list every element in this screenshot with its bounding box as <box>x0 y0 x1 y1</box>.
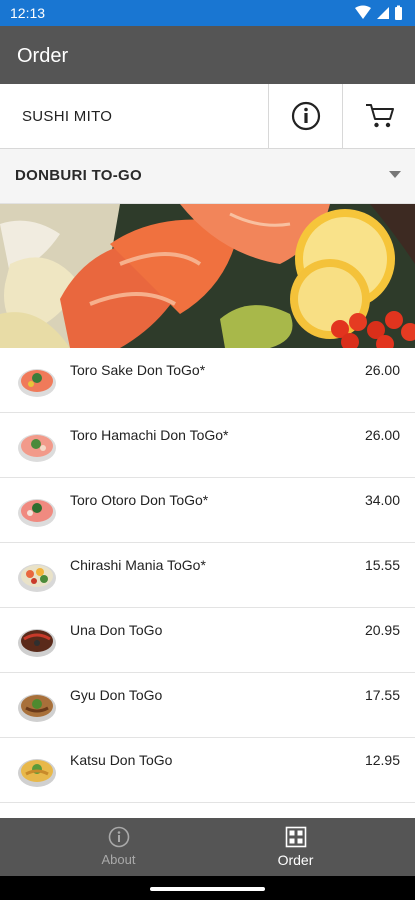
item-name: Gyu Don ToGo <box>70 687 163 703</box>
item-price: 12.95 <box>364 752 400 768</box>
item-thumbnail <box>16 489 58 531</box>
item-thumbnail <box>16 619 58 661</box>
battery-icon <box>395 7 402 20</box>
store-info-button[interactable] <box>268 84 343 148</box>
home-gesture-handle[interactable] <box>150 887 265 891</box>
menu-item[interactable] <box>0 803 415 818</box>
store-name: SUSHI MITO <box>22 108 113 125</box>
store-header: SUSHI MITO <box>0 84 415 149</box>
tab-about-label: About <box>101 852 136 867</box>
cart-icon <box>365 104 394 128</box>
wifi-icon <box>355 5 371 19</box>
status-icons <box>355 5 402 20</box>
item-name: Chirashi Mania ToGo* <box>70 557 206 573</box>
menu-item[interactable]: Una Don ToGo 20.95 <box>0 608 415 673</box>
cart-button[interactable] <box>342 84 415 148</box>
signal-icon <box>377 7 389 19</box>
bottom-navigation: About Order <box>0 818 415 876</box>
item-name: Katsu Don ToGo <box>70 752 173 768</box>
page-title: Order <box>17 45 69 67</box>
menu-item[interactable]: Gyu Don ToGo 17.55 <box>0 673 415 738</box>
menu-item[interactable]: Chirashi Mania ToGo* 15.55 <box>0 543 415 608</box>
status-time: 12:13 <box>10 5 46 21</box>
item-name: Una Don ToGo <box>70 622 163 638</box>
item-price: 17.55 <box>364 687 400 703</box>
item-price: 26.00 <box>364 362 400 378</box>
category-hero-image <box>0 204 415 348</box>
menu-list: Toro Sake Don ToGo* 26.00 Toro Hamachi D… <box>0 348 415 818</box>
caret-down-icon <box>389 171 401 178</box>
item-thumbnail <box>16 749 58 791</box>
tab-order-label: Order <box>277 852 314 868</box>
menu-item[interactable]: Katsu Don ToGo 12.95 <box>0 738 415 803</box>
item-price: 15.55 <box>364 557 400 573</box>
category-name: DONBURI TO-GO <box>15 167 142 184</box>
item-price: 26.00 <box>364 427 400 443</box>
item-thumbnail <box>16 424 58 466</box>
menu-item[interactable]: Toro Sake Don ToGo* 26.00 <box>0 348 415 413</box>
info-icon <box>291 101 321 131</box>
status-bar: 12:13 <box>0 0 415 26</box>
menu-item[interactable]: Toro Hamachi Don ToGo* 26.00 <box>0 413 415 478</box>
item-thumbnail <box>16 359 58 401</box>
tab-about[interactable]: About <box>15 818 222 876</box>
item-name: Toro Otoro Don ToGo* <box>70 492 209 508</box>
info-icon <box>108 826 129 848</box>
item-name: Toro Sake Don ToGo* <box>70 362 206 378</box>
grid-icon <box>285 826 306 848</box>
app-bar: Order <box>0 26 415 84</box>
item-thumbnail <box>16 684 58 726</box>
item-price: 34.00 <box>364 492 400 508</box>
item-name: Toro Hamachi Don ToGo* <box>70 427 229 443</box>
system-navigation-bar <box>0 876 415 900</box>
tab-order[interactable]: Order <box>192 818 399 876</box>
item-thumbnail <box>16 554 58 596</box>
menu-item[interactable]: Toro Otoro Don ToGo* 34.00 <box>0 478 415 543</box>
category-selector[interactable]: DONBURI TO-GO <box>0 149 415 204</box>
item-price: 20.95 <box>364 622 400 638</box>
